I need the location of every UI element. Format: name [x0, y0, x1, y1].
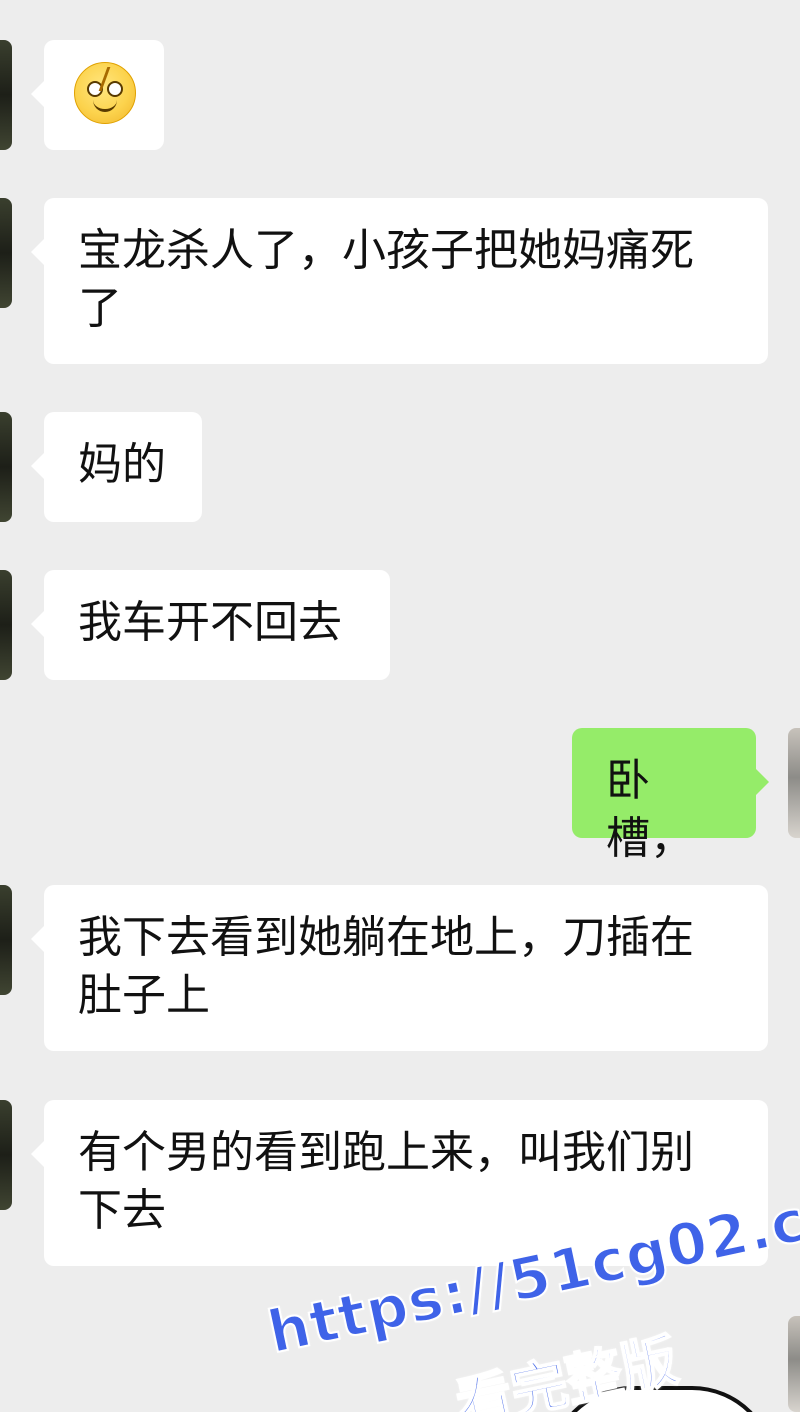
- contact-avatar[interactable]: [0, 570, 12, 680]
- message-bubble[interactable]: 宝龙杀人了，小孩子把她妈痛死 了: [31, 198, 768, 364]
- message-text-line: 有个男的看到跑上来，叫我们别: [78, 1127, 694, 1178]
- message-text-line: 卧槽，: [606, 755, 694, 864]
- message-text-line: 了: [78, 283, 122, 334]
- contact-avatar[interactable]: [0, 885, 12, 995]
- own-avatar[interactable]: [788, 728, 800, 838]
- message-text-line: 妈的: [78, 439, 166, 490]
- cracked-smile-emoji-icon: [74, 62, 136, 124]
- message-text-line: 我下去看到她躺在地上，刀插在: [78, 912, 694, 963]
- watermark-label: 看完整版: [450, 1327, 685, 1412]
- own-avatar[interactable]: [788, 1316, 800, 1412]
- message-text-line: 肚子上: [78, 970, 210, 1021]
- message-bubble[interactable]: 我下去看到她躺在地上，刀插在 肚子上: [31, 885, 768, 1051]
- contact-avatar[interactable]: [0, 40, 12, 150]
- contact-avatar[interactable]: [0, 1100, 12, 1210]
- message-text-line: 我车开不回去: [78, 597, 342, 648]
- message-bubble[interactable]: 妈的: [31, 412, 202, 522]
- contact-avatar[interactable]: [0, 412, 12, 522]
- contact-avatar[interactable]: [0, 198, 12, 308]
- chat-conversation: 宝龙杀人了，小孩子把她妈痛死 了 妈的 我车开不回去 卧槽， 我下去看到她躺在地…: [0, 0, 800, 1412]
- message-bubble-own[interactable]: 卧槽，: [572, 728, 769, 864]
- message-bubble[interactable]: 我车开不回去: [31, 570, 390, 680]
- message-bubble-emoji[interactable]: [31, 40, 164, 150]
- message-text-line: 宝龙杀人了，小孩子把她妈痛死: [78, 225, 694, 276]
